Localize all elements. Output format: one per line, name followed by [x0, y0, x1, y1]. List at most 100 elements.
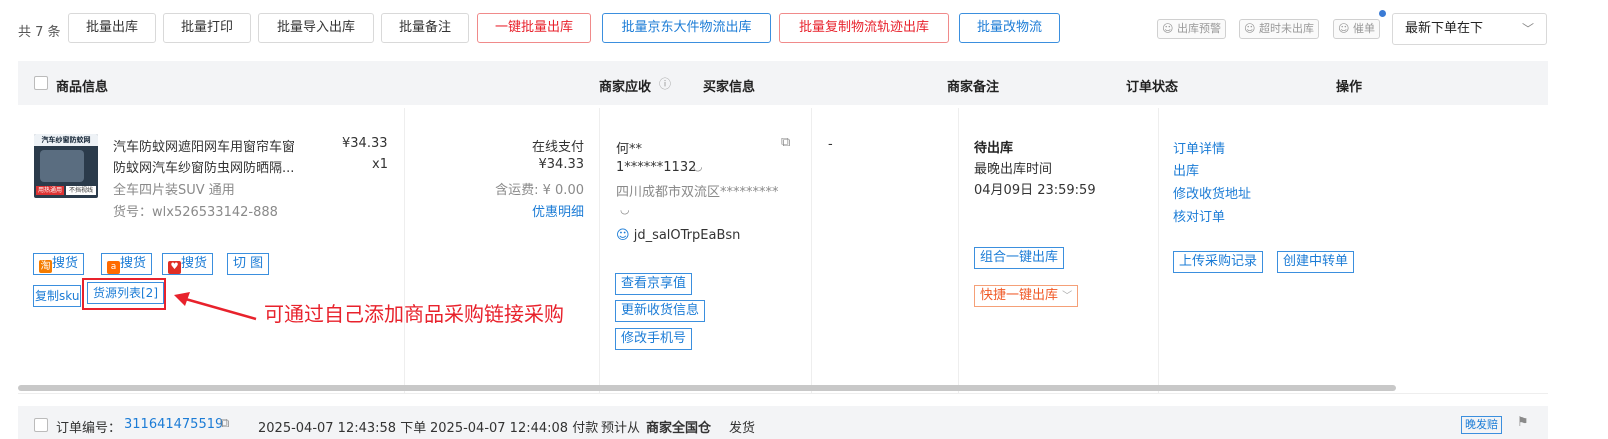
header-status: 订单状态 — [1126, 80, 1179, 95]
thumbnail-badge: 用热通用 — [36, 186, 64, 195]
overdue-filter[interactable]: ☺ 超时未出库 — [1239, 19, 1319, 39]
expected-prefix: 预计从 — [601, 421, 641, 436]
buyer-id: jd_salOTrpEaBsn — [633, 228, 741, 243]
total-count: 共 7 条 — [18, 25, 61, 40]
buyer-name: 何** — [616, 142, 643, 157]
chevron-down-icon: ﹀ — [1062, 291, 1073, 302]
column-divider — [599, 108, 600, 393]
header-buyer: 买家信息 — [703, 80, 756, 95]
next-order-header: 订单编号： 311641475519 ⧉ 2025-04-07 12:43:58… — [18, 406, 1548, 439]
column-divider — [958, 108, 959, 393]
annotation-arrow-icon — [174, 292, 257, 321]
expected-suffix: 发货 — [729, 421, 756, 436]
urge-filter[interactable]: ☺ 催单 — [1333, 19, 1380, 39]
buyer-address: 四川成都市双流区********* — [616, 185, 779, 200]
quick-outbound-button[interactable]: 快捷一键出库 ﹀ — [974, 285, 1079, 307]
upload-purchase-button[interactable]: 上传采购记录 — [1173, 251, 1264, 273]
thumbnail-caption: 汽车纱窗防蚊网 — [34, 134, 98, 146]
payment-amount: ¥34.33 — [538, 157, 585, 172]
product-thumbnail[interactable]: 汽车纱窗防蚊网 用热通用 不挡视线 — [34, 134, 98, 198]
header-remark: 商家备注 — [947, 80, 1000, 95]
batch-remark-button[interactable]: 批量备注 — [381, 13, 469, 43]
quick-outbound-label: 快捷一键出库 — [980, 288, 1059, 303]
edit-address-link[interactable]: 修改收货地址 — [1173, 183, 1251, 202]
batch-print-button[interactable]: 批量打印 — [163, 13, 251, 43]
copy-sku-button[interactable]: 复制sku — [33, 285, 82, 307]
copy-icon[interactable]: ⧉ — [220, 416, 229, 431]
order-status: 待出库 — [974, 141, 1014, 156]
discount-detail-link[interactable]: 优惠明细 — [404, 201, 584, 220]
product-qty: x1 — [372, 157, 388, 172]
taobao-icon: 淘 — [39, 260, 52, 273]
column-divider — [811, 108, 812, 393]
latest-outbound-time: 04月09日 23:59:59 — [974, 183, 1096, 198]
select-all-checkbox[interactable] — [34, 76, 48, 90]
crop-image-button[interactable]: 切 图 — [227, 253, 270, 275]
batch-outbound-button[interactable]: 批量出库 — [68, 13, 156, 43]
change-phone-button[interactable]: 修改手机号 — [615, 328, 693, 350]
latest-outbound-label: 最晚出库时间 — [974, 162, 1053, 177]
table-header: 商品信息 商家应收 ⓘ 买家信息 商家备注 订单状态 操作 — [18, 61, 1548, 105]
horizontal-scrollbar[interactable] — [18, 385, 1396, 391]
eye-icon[interactable]: ◡ — [693, 160, 703, 173]
thumbnail-badge: 不挡视线 — [66, 186, 96, 195]
sort-value: 最新下单在下 — [1405, 21, 1484, 36]
search-label: 搜货 — [181, 256, 208, 271]
alibaba-icon: a — [107, 261, 120, 274]
pinduoduo-icon: ♥ — [168, 261, 181, 274]
outbound-warning-filter[interactable]: ☺ 出库预警 — [1157, 19, 1226, 39]
search-label: 搜货 — [120, 256, 147, 271]
batch-import-outbound-button[interactable]: 批量导入出库 — [258, 13, 374, 43]
thumbnail-window — [40, 150, 84, 182]
header-action: 操作 — [1336, 80, 1363, 95]
one-click-batch-outbound-button[interactable]: 一键批量出库 — [477, 13, 591, 43]
batch-jd-large-logistics-button[interactable]: 批量京东大件物流出库 — [602, 13, 771, 43]
search-taobao-button[interactable]: 淘搜货 — [33, 253, 85, 275]
buyer-phone: 1******1132 — [616, 160, 697, 175]
product-sku: 货号：wlx526533142-888 — [113, 205, 278, 220]
product-spec: 全车四片装SUV 通用 — [113, 183, 235, 198]
batch-change-logistics-button[interactable]: 批量改物流 — [959, 13, 1060, 43]
update-address-button[interactable]: 更新收货信息 — [615, 300, 706, 322]
verify-order-link[interactable]: 核对订单 — [1173, 206, 1225, 225]
copy-icon[interactable]: ⧉ — [781, 135, 790, 150]
payment-method: 在线支付 — [531, 140, 584, 155]
header-receivable: 商家应收 — [599, 80, 652, 95]
product-title-line1[interactable]: 汽车防蚊网遮阳网车用窗帘车窗 — [113, 136, 295, 155]
chevron-down-icon: ﹀ — [1521, 22, 1534, 36]
outbound-link[interactable]: 出库 — [1173, 160, 1199, 179]
shipping-fee: 含运费: ¥ 0.00 — [495, 183, 584, 198]
order-number-label: 订单编号： — [56, 421, 122, 436]
batch-copy-tracking-button[interactable]: 批量复制物流轨迹出库 — [779, 13, 949, 43]
notification-dot — [1379, 10, 1386, 17]
order-detail-link[interactable]: 订单详情 — [1173, 138, 1225, 157]
header-goods: 商品信息 — [56, 80, 109, 95]
flag-icon[interactable]: ⚑ — [1517, 415, 1529, 430]
view-jd-value-button[interactable]: 查看京享值 — [615, 273, 693, 295]
search-pdd-button[interactable]: ♥ 搜货 — [162, 253, 214, 275]
eye-icon[interactable]: ◡ — [620, 203, 630, 216]
annotation-text: 可通过自己添加商品采购链接采购 — [264, 302, 564, 326]
create-transfer-button[interactable]: 创建中转单 — [1277, 251, 1355, 273]
search-label: 搜货 — [52, 256, 79, 271]
help-icon[interactable]: ⓘ — [659, 75, 671, 92]
order-checkbox[interactable] — [34, 418, 48, 432]
sort-select[interactable]: 最新下单在下 ﹀ — [1392, 13, 1547, 45]
buyer-account: ☺ jd_salOTrpEaBsn — [616, 228, 740, 243]
order-time: 2025-04-07 12:43:58 下单 — [258, 421, 427, 436]
column-divider — [1158, 108, 1159, 393]
combo-outbound-button[interactable]: 组合一键出库 — [974, 247, 1065, 269]
product-title-line2[interactable]: 防蚊网汽车纱窗防虫网防晒隔... — [113, 157, 294, 176]
late-compensation-tag: 晚发赔 — [1461, 416, 1502, 434]
product-price: ¥34.33 — [342, 136, 388, 151]
search-1688-button[interactable]: a 搜货 — [101, 253, 153, 275]
order-number[interactable]: 311641475519 — [124, 417, 223, 432]
warehouse-name: 商家全国仓 — [646, 421, 712, 436]
paid-time: 2025-04-07 12:44:08 付款 — [430, 421, 599, 436]
merchant-remark: - — [828, 137, 833, 152]
source-list-button[interactable]: 货源列表[2] — [87, 282, 164, 304]
outbound-warning-label: 出库预警 — [1176, 22, 1221, 35]
overdue-label: 超时未出库 — [1258, 22, 1314, 35]
chat-icon[interactable]: ☺ — [616, 228, 630, 243]
urge-label: 催单 — [1352, 22, 1375, 35]
